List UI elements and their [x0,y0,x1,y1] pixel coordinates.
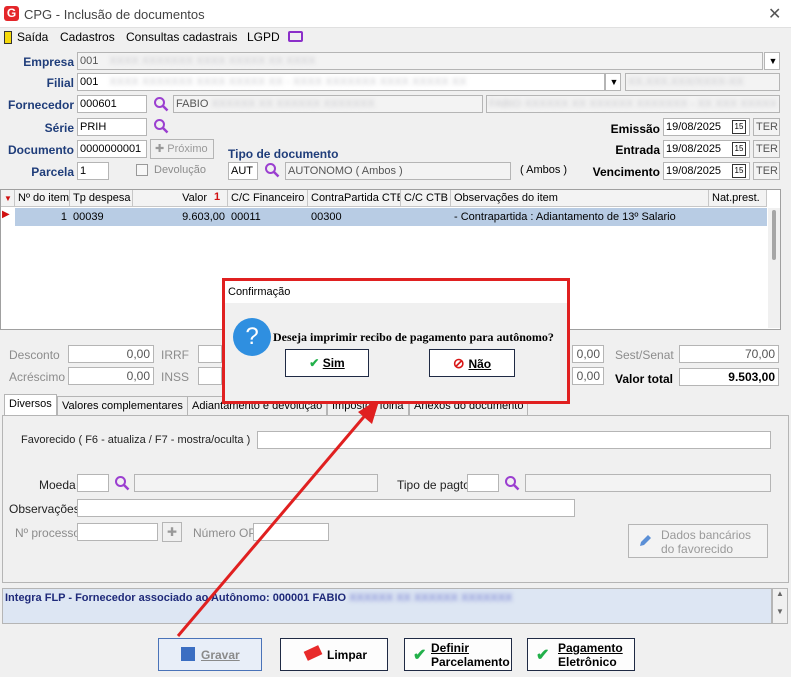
no-entry-icon: ⊘ [452,355,469,371]
check-icon: ✔ [309,356,323,370]
dialog-message: Deseja imprimir recibo de pagamento para… [273,330,554,344]
no-button[interactable]: ⊘ Não [429,349,515,377]
question-icon: ? [233,318,271,356]
confirmation-dialog: Confirmação ? Deseja imprimir recibo de … [222,278,570,404]
yes-button[interactable]: ✔ Sim [285,349,369,377]
dialog-title: Confirmação [228,286,291,298]
